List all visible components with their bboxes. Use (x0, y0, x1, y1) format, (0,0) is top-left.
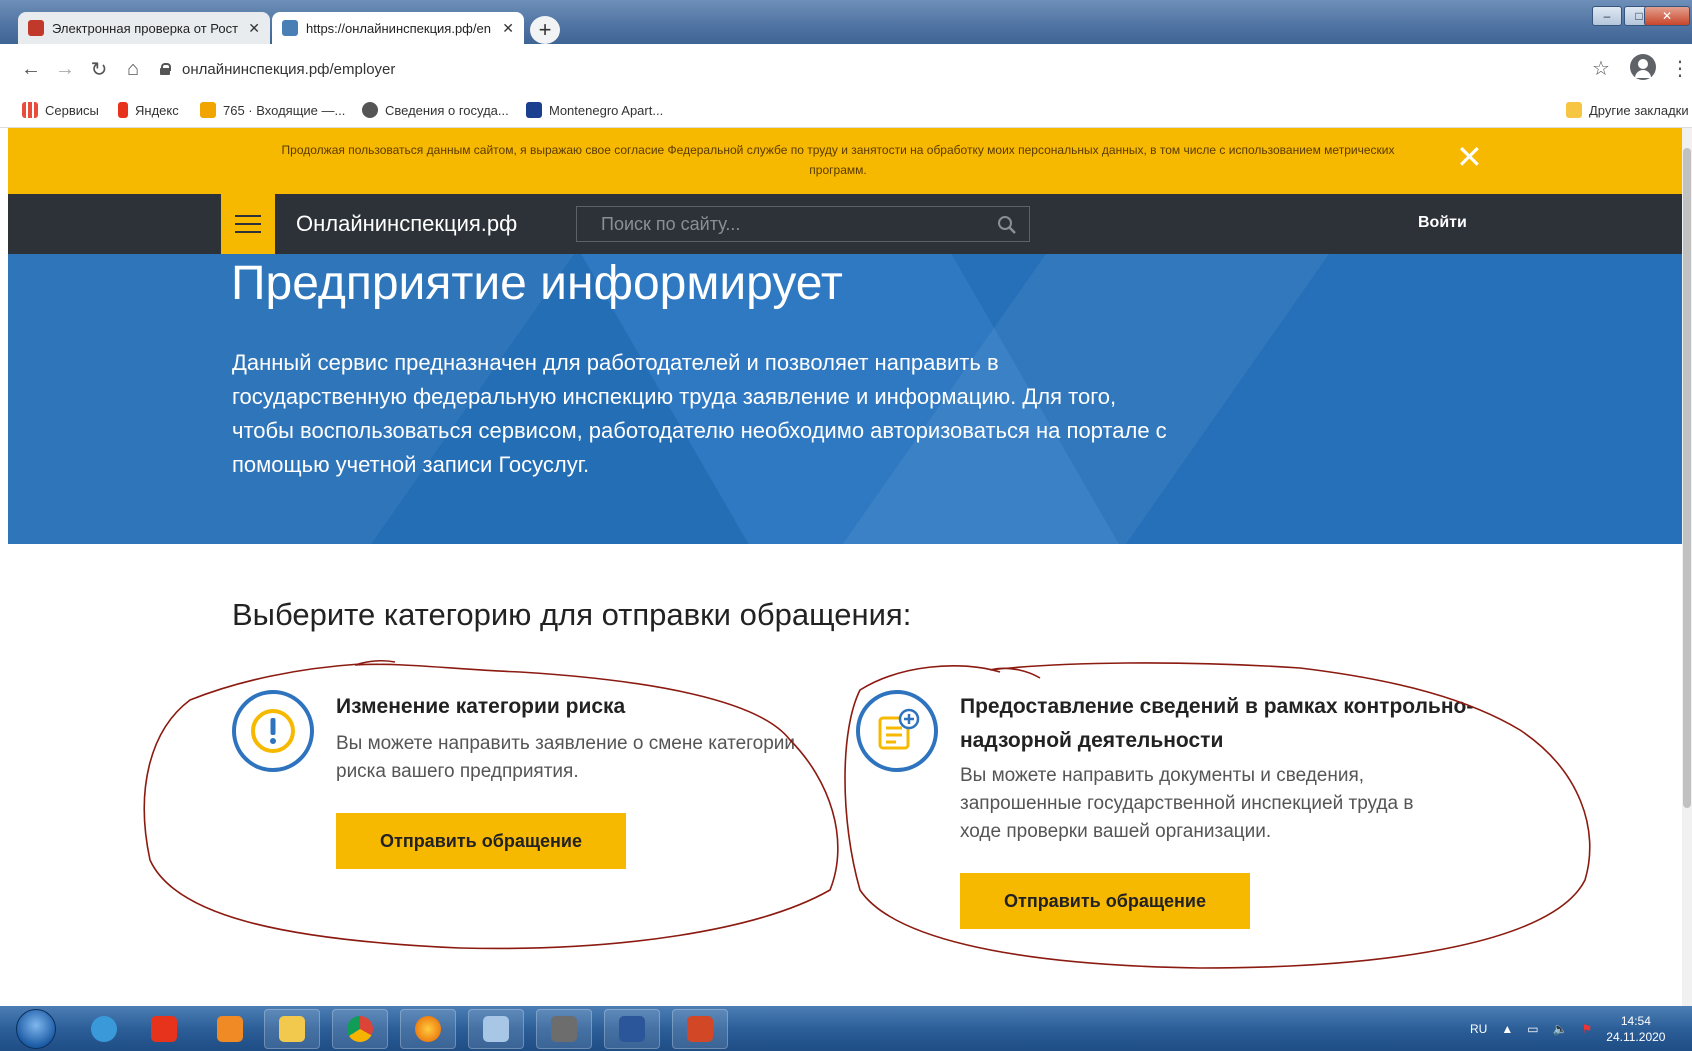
tab-online-inspection[interactable]: https://онлайнинспекция.рф/en ✕ (272, 12, 524, 44)
category-description: Вы можете направить заявление о смене ка… (336, 733, 796, 782)
file-explorer-icon[interactable] (264, 1009, 320, 1049)
site-header: Онлайнинспекция.рф Войти (8, 194, 1692, 254)
bookmark-yandex[interactable]: Яндекс (118, 102, 179, 118)
bookmark-inbox[interactable]: 765 · Входящие —... (200, 102, 345, 118)
site-search (576, 206, 1030, 242)
hamburger-menu-icon[interactable] (221, 194, 275, 254)
mail-icon (200, 102, 216, 118)
yandex-browser-icon[interactable] (136, 1009, 192, 1049)
clock-date: 24.11.2020 (1606, 1030, 1666, 1044)
clock[interactable]: 14:54 24.11.2020 (1606, 1013, 1665, 1045)
volume-icon[interactable]: 🔈 (1553, 1022, 1568, 1036)
forward-arrow-icon[interactable]: → (48, 52, 82, 86)
tab-title: Электронная проверка от Рост (52, 20, 239, 36)
apps-grid-icon (22, 102, 38, 118)
exclamation-circle-icon (232, 690, 314, 772)
browser-tab-strip: Электронная проверка от Рост ✕ https://о… (0, 0, 1692, 44)
account-avatar-icon[interactable] (1630, 54, 1656, 80)
page-title: Предприятие информирует (231, 257, 843, 310)
submit-appeal-button-risk[interactable]: Отправить обращение (336, 813, 626, 869)
cookie-consent-text: Продолжая пользоваться данным сайтом, я … (281, 143, 1395, 177)
category-heading: Выберите категорию для отправки обращени… (232, 597, 912, 632)
bookmark-star-icon[interactable]: ☆ (1592, 56, 1610, 81)
bookmark-label: Сервисы (45, 102, 99, 118)
yandex-icon (118, 102, 128, 118)
close-banner-icon[interactable]: ✕ (1456, 141, 1483, 173)
bookmark-label: Яндекс (135, 102, 179, 118)
tab-favicon (28, 20, 44, 36)
site-logo[interactable]: Онлайнинспекция.рф (296, 211, 517, 237)
globe-icon (362, 102, 378, 118)
bookmark-label: 765 · Входящие —... (223, 102, 346, 118)
bookmark-gov-info[interactable]: Сведения о госуда... (362, 102, 509, 118)
home-icon[interactable]: ⌂ (116, 52, 150, 86)
start-button[interactable] (16, 1009, 56, 1049)
media-player-icon[interactable] (202, 1009, 258, 1049)
category-description: Вы можете направить документы и сведения… (960, 765, 1414, 842)
tab-title: https://онлайнинспекция.рф/en (306, 20, 491, 36)
category-title: Изменение категории риска (336, 695, 626, 718)
document-plus-icon (856, 690, 938, 772)
submit-appeal-button-info[interactable]: Отправить обращение (960, 873, 1250, 929)
other-bookmarks[interactable]: Другие закладки (1566, 102, 1689, 118)
other-bookmarks-label: Другие закладки (1589, 102, 1689, 118)
word-icon[interactable] (604, 1009, 660, 1049)
language-indicator[interactable]: RU (1470, 1022, 1487, 1036)
bookmark-label: Montenegro Apart... (549, 102, 664, 118)
notepad-icon[interactable] (468, 1009, 524, 1049)
category-title: Предоставление сведений в рамках контрол… (960, 695, 1474, 752)
graduate-app-icon[interactable] (536, 1009, 592, 1049)
show-hidden-icons-icon[interactable]: ▲ (1501, 1022, 1513, 1036)
system-tray: RU ▲ ▭ 🔈 ⚑ 14:54 24.11.2020 (1470, 1010, 1665, 1048)
back-arrow-icon[interactable]: ← (14, 52, 48, 86)
bookmark-label: Сведения о госуда... (385, 102, 509, 118)
hero-banner: Предприятие информирует Данный сервис пр… (8, 254, 1692, 544)
tab-favicon (282, 20, 298, 36)
minimize-window-button[interactable]: ‒ (1592, 6, 1622, 26)
scrollbar-thumb[interactable] (1683, 148, 1691, 808)
bookmark-services[interactable]: Сервисы (22, 102, 99, 118)
folder-icon (1566, 102, 1582, 118)
login-link[interactable]: Войти (1418, 214, 1467, 232)
windows-taskbar: RU ▲ ▭ 🔈 ⚑ 14:54 24.11.2020 (0, 1006, 1692, 1051)
page-scrollbar[interactable] (1682, 128, 1692, 1006)
search-input[interactable] (577, 207, 987, 241)
reload-icon[interactable]: ↻ (82, 52, 116, 86)
lock-icon (160, 63, 171, 75)
browser-menu-icon[interactable]: ⋮ (1670, 56, 1690, 81)
browser-toolbar: ← → ↻ ⌂ онлайнинспекция.рф/employer ☆ ⋮ (0, 44, 1692, 96)
url-text: онлайнинспекция.рф/employer (182, 60, 396, 78)
internet-explorer-icon[interactable] (76, 1009, 132, 1049)
bookmarks-bar: Сервисы Яндекс 765 · Входящие —... Сведе… (0, 96, 1692, 128)
close-window-button[interactable]: ✕ (1644, 6, 1690, 26)
chrome-icon[interactable] (332, 1009, 388, 1049)
cookie-consent-banner: Продолжая пользоваться данным сайтом, я … (8, 128, 1692, 194)
action-center-flag-icon[interactable]: ⚑ (1582, 1022, 1593, 1036)
tab-electronic-inspection[interactable]: Электронная проверка от Рост ✕ (18, 12, 270, 44)
firefox-icon[interactable] (400, 1009, 456, 1049)
close-tab-icon[interactable]: ✕ (502, 20, 514, 37)
category-card-risk: Изменение категории риска Вы можете напр… (232, 690, 812, 890)
address-bar[interactable]: онлайнинспекция.рф/employer (160, 52, 1560, 86)
close-tab-icon[interactable]: ✕ (248, 20, 260, 37)
search-icon[interactable] (997, 215, 1017, 235)
bookmark-montenegro[interactable]: Montenegro Apart... (526, 102, 663, 118)
new-tab-button[interactable]: + (530, 16, 560, 44)
network-icon[interactable]: ▭ (1527, 1022, 1538, 1036)
category-card-info: Предоставление сведений в рамках контрол… (856, 690, 1476, 930)
hero-description: Данный сервис предназначен для работодат… (232, 350, 1167, 477)
booking-icon (526, 102, 542, 118)
powerpoint-icon[interactable] (672, 1009, 728, 1049)
clock-time: 14:54 (1620, 1014, 1651, 1028)
